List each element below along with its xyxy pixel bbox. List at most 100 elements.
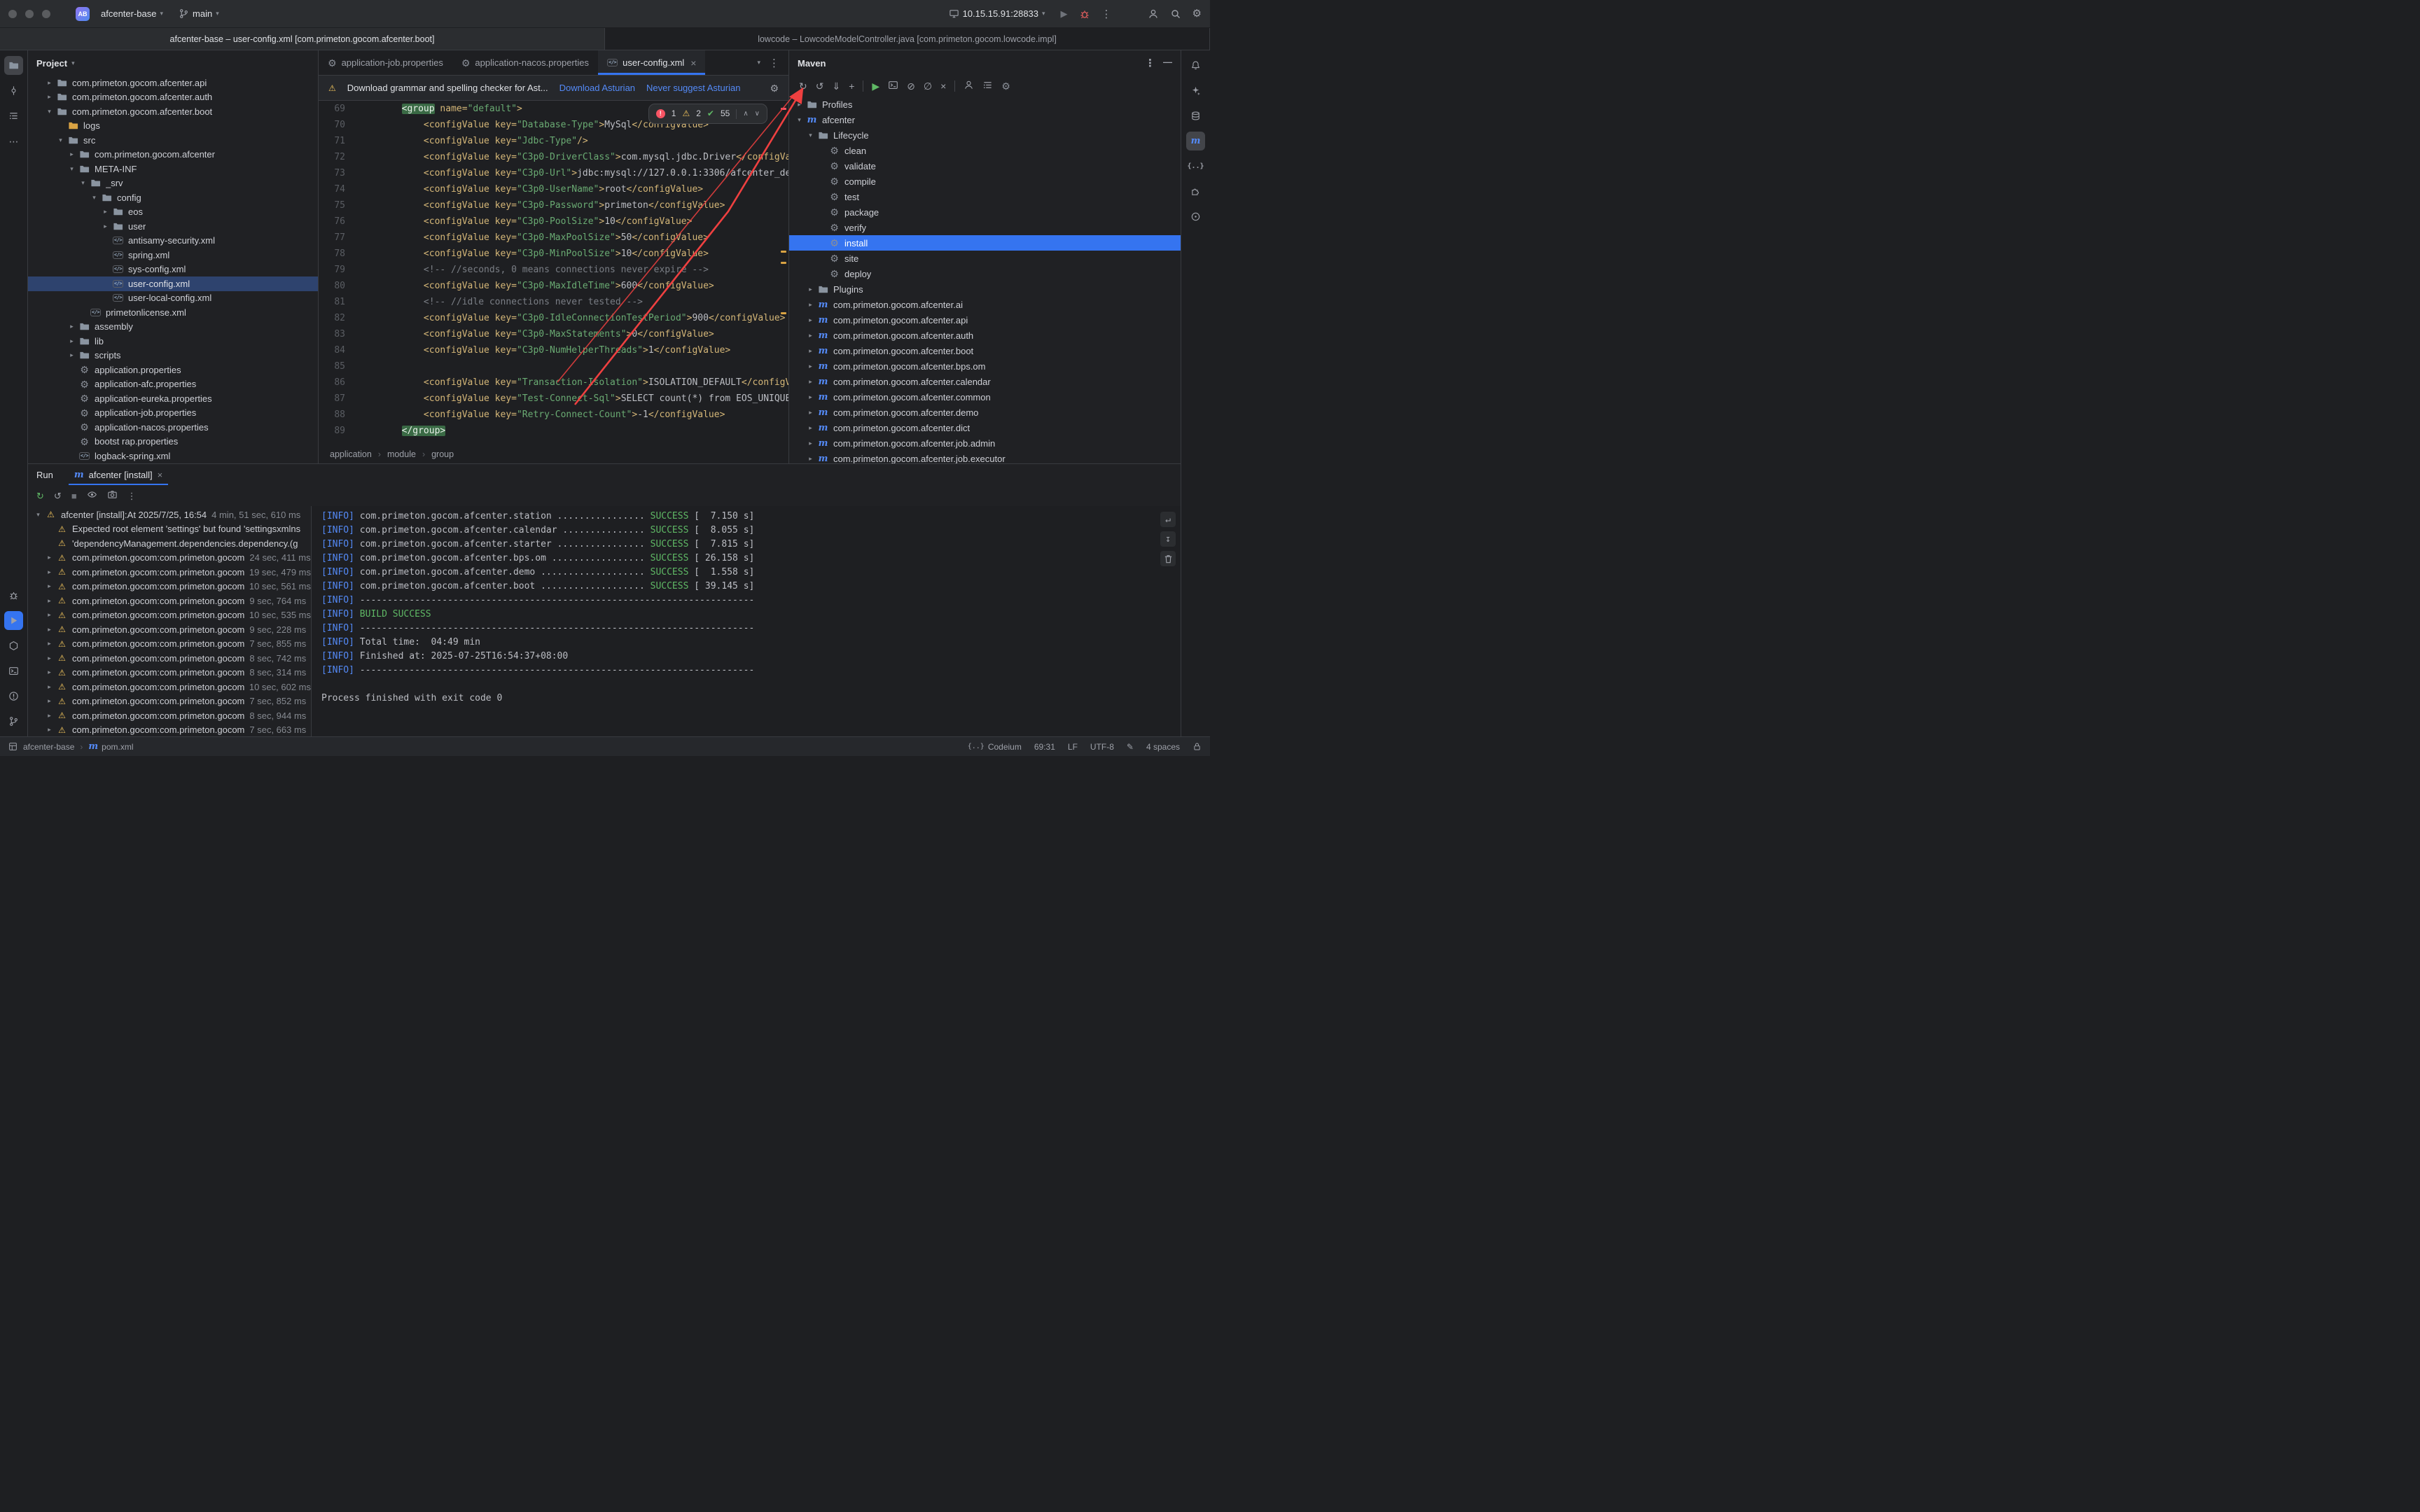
editor-scrollbar[interactable] (779, 101, 788, 445)
code-line[interactable]: 88 <configValue key="Retry-Connect-Count… (319, 407, 788, 423)
caret-position[interactable]: 69:31 (1034, 742, 1055, 752)
line-ending[interactable]: LF (1068, 742, 1078, 752)
more-options-icon[interactable]: ⋮ (127, 491, 137, 501)
project-tree-row[interactable]: ▸eos (28, 205, 318, 220)
maven-tree-row[interactable]: ▸mcom.primeton.gocom.afcenter.api (789, 312, 1181, 328)
maven-tree-row[interactable]: ⚙site (789, 251, 1181, 266)
run-tree-row[interactable]: ▸⚠com.primeton.gocom:com.primeton.gocom1… (28, 608, 311, 623)
chevron-down-icon[interactable]: ▾ (77, 179, 89, 187)
run-tree-row[interactable]: ▸⚠com.primeton.gocom:com.primeton.gocom2… (28, 551, 311, 566)
maven-tree-row[interactable]: ▸mcom.primeton.gocom.afcenter.demo (789, 405, 1181, 420)
download-sources-icon[interactable]: ⇓ (832, 80, 840, 92)
debug-button[interactable] (1079, 8, 1090, 20)
maven-tree-row[interactable]: ⚙clean (789, 143, 1181, 158)
chevron-right-icon[interactable]: ▸ (43, 683, 55, 691)
chevron-right-icon[interactable]: ▸ (43, 582, 55, 590)
more-tool-windows-icon[interactable]: ⋯ (4, 132, 23, 150)
project-tree-row[interactable]: </>user-local-config.xml (28, 291, 318, 306)
project-tree-row[interactable]: ▾com.primeton.gocom.afcenter.boot (28, 104, 318, 119)
run-tree-row[interactable]: ▸⚠com.primeton.gocom:com.primeton.gocom1… (28, 680, 311, 694)
maven-tree-row[interactable]: ⚙deploy (789, 266, 1181, 281)
search-icon[interactable] (1170, 8, 1181, 20)
maven-tree-row[interactable]: ▸Plugins (789, 281, 1181, 297)
code-editor[interactable]: 69 <group name="default">70 <configValue… (319, 101, 788, 445)
code-line[interactable]: 73 <configValue key="C3p0-Url">jdbc:mysq… (319, 165, 788, 181)
project-selector[interactable]: afcenter-base ▾ (97, 6, 167, 21)
soft-wrap-icon[interactable]: ↵ (1160, 512, 1176, 527)
project-tree-row[interactable]: ▸scripts (28, 349, 318, 363)
code-line[interactable]: 81 <!-- //idle connections never tested … (319, 294, 788, 310)
chevron-right-icon[interactable]: ▸ (43, 640, 55, 648)
services-tool-icon[interactable] (4, 636, 23, 655)
rerun-icon[interactable]: ↻ (36, 491, 44, 501)
inspections-widget[interactable]: ! 1 ⚠ 2 ✔ 55 ∧ ∨ (648, 104, 767, 124)
project-tree-row[interactable]: ▸user (28, 219, 318, 234)
maven-options-icon[interactable]: ⋮ (1145, 57, 1156, 69)
code-line[interactable]: 80 <configValue key="C3p0-MaxIdleTime">6… (319, 278, 788, 294)
maven-tree-row[interactable]: ▸Profiles (789, 97, 1181, 112)
project-tree-row[interactable]: ▾_srv (28, 176, 318, 191)
maven-tree-row[interactable]: ⚙verify (789, 220, 1181, 235)
chevron-right-icon[interactable]: ▸ (43, 726, 55, 734)
chevron-right-icon[interactable]: ▸ (43, 597, 55, 605)
editor-tab[interactable]: ⚙application-job.properties (319, 50, 452, 75)
run-tab[interactable]: m afcenter [install] × (69, 464, 168, 485)
editor-options-icon[interactable]: ⋮ (769, 57, 780, 69)
indent-setting[interactable]: 4 spaces (1146, 742, 1180, 752)
code-line[interactable]: 84 <configValue key="C3p0-NumHelperThrea… (319, 342, 788, 358)
window-tab[interactable]: lowcode – LowcodeModelController.java [c… (605, 28, 1210, 50)
run-tree-row[interactable]: ▸⚠com.primeton.gocom:com.primeton.gocom9… (28, 622, 311, 637)
error-stripe-mark[interactable] (781, 108, 786, 110)
project-tree-row[interactable]: ▸com.primeton.gocom.afcenter (28, 148, 318, 162)
code-line[interactable]: 86 <configValue key="Transaction-Isolati… (319, 374, 788, 391)
endpoints-icon[interactable]: {..} (1186, 157, 1205, 176)
project-tree-row[interactable]: ▸assembly (28, 320, 318, 335)
breadcrumb-item[interactable]: module (387, 449, 416, 459)
stop-icon[interactable]: × (940, 80, 946, 92)
chevron-right-icon[interactable]: ▸ (66, 323, 78, 330)
window-layout-icon[interactable] (8, 742, 18, 751)
project-tree-row[interactable]: </>antisamy-security.xml (28, 234, 318, 248)
project-tree-row[interactable]: ⚙application-job.properties (28, 406, 318, 421)
run-tree-row[interactable]: ▸⚠com.primeton.gocom:com.primeton.gocom7… (28, 694, 311, 709)
gradle-icon[interactable] (1186, 207, 1205, 226)
chevron-right-icon[interactable]: ▸ (66, 150, 78, 158)
git-tool-icon[interactable] (4, 712, 23, 731)
project-tree-row[interactable]: ⚙application-eureka.properties (28, 391, 318, 406)
project-tree-row[interactable]: ⚙application-nacos.properties (28, 420, 318, 435)
project-tree-row[interactable]: ▾src (28, 133, 318, 148)
chevron-down-icon[interactable]: ▾ (55, 136, 67, 144)
code-line[interactable]: 85 (319, 358, 788, 374)
chevron-right-icon[interactable]: ▸ (43, 712, 55, 720)
chevron-right-icon[interactable]: ▸ (805, 316, 816, 324)
run-tree-row[interactable]: ▸⚠com.primeton.gocom:com.primeton.gocom7… (28, 637, 311, 652)
chevron-right-icon[interactable]: ▸ (43, 668, 55, 676)
maven-tree-row[interactable]: ▸mcom.primeton.gocom.afcenter.boot (789, 343, 1181, 358)
maven-tree-row[interactable]: ▸mcom.primeton.gocom.afcenter.calendar (789, 374, 1181, 389)
editor-tab[interactable]: ⚙application-nacos.properties (452, 50, 598, 75)
chevron-right-icon[interactable]: ▸ (805, 393, 816, 401)
window-zoom-button[interactable] (42, 10, 50, 18)
chevron-right-icon[interactable]: ▸ (805, 286, 816, 293)
warning-stripe-mark[interactable] (781, 251, 786, 253)
code-line[interactable]: 87 <configValue key="Test-Connect-Sql">S… (319, 391, 788, 407)
toggle-offline-mode-icon[interactable]: ⊘ (907, 80, 915, 92)
codeium-status[interactable]: {..} Codeium (968, 742, 1022, 752)
debug-tool-icon[interactable] (4, 586, 23, 605)
window-close-button[interactable] (8, 10, 17, 18)
file-encoding[interactable]: UTF-8 (1090, 742, 1114, 752)
chevron-down-icon[interactable]: ▾ (88, 194, 100, 202)
run-button[interactable]: ▶ (1061, 9, 1068, 18)
project-tree-row[interactable]: </>user-config.xml (28, 276, 318, 291)
run-tree-row[interactable]: ▸⚠com.primeton.gocom:com.primeton.gocom1… (28, 580, 311, 594)
code-line[interactable]: 77 <configValue key="C3p0-MaxPoolSize">5… (319, 230, 788, 246)
skip-tests-icon[interactable]: ∅ (924, 80, 932, 92)
settings-gear-icon[interactable]: ⚙ (1192, 8, 1202, 19)
editor-tab[interactable]: </>user-config.xml× (598, 50, 705, 75)
tab-list-chevron-icon[interactable]: ▾ (757, 59, 760, 66)
project-tree-row[interactable]: ▸com.primeton.gocom.afcenter.auth (28, 90, 318, 105)
maven-tree-row[interactable]: ▸mcom.primeton.gocom.afcenter.ai (789, 297, 1181, 312)
chevron-right-icon[interactable]: ▸ (805, 378, 816, 386)
run-tree-row[interactable]: ▸⚠com.primeton.gocom:com.primeton.gocom8… (28, 651, 311, 666)
chevron-right-icon[interactable]: ▸ (43, 568, 55, 576)
